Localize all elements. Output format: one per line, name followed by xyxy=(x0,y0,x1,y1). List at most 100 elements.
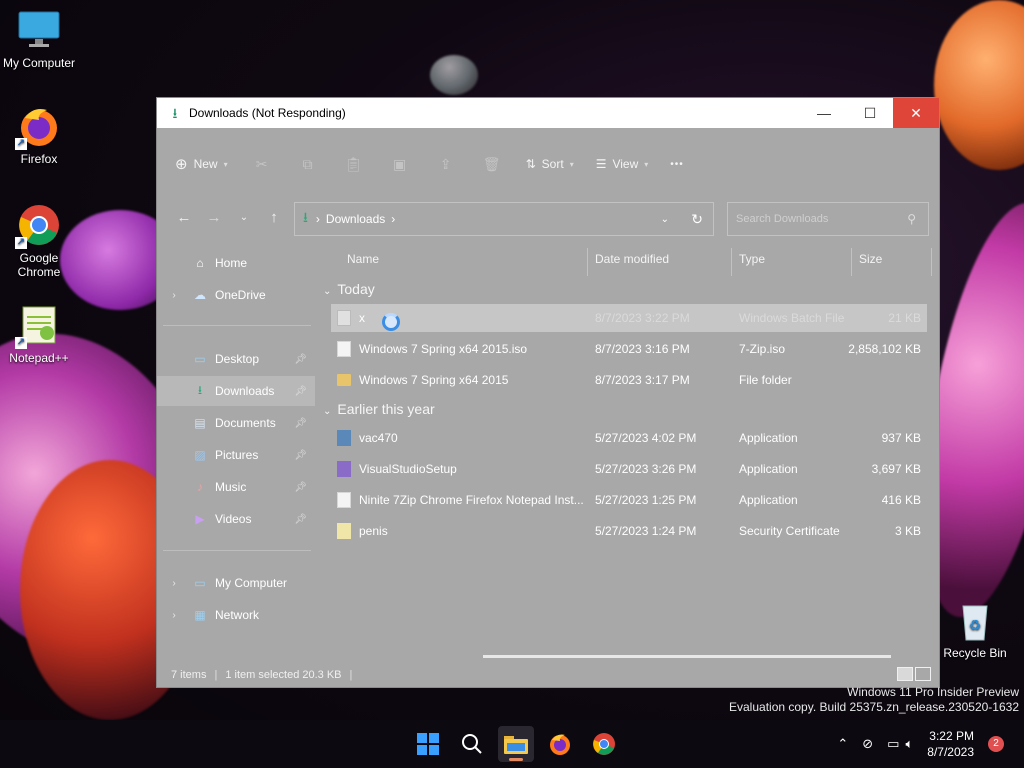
search-input[interactable]: Search Downloads ⚲ xyxy=(727,202,929,236)
delete-icon[interactable]: 🗑︎ xyxy=(480,156,504,173)
view-button[interactable]: ☰ View ▾ xyxy=(596,157,649,171)
shortcut-arrow-icon: ↗ xyxy=(15,138,27,150)
notification-badge[interactable]: 2 xyxy=(988,736,1004,752)
pictures-icon: ▨ xyxy=(194,448,206,462)
cloud-icon: ☁ xyxy=(194,288,206,302)
table-row[interactable]: vac470 5/27/2023 4:02 PM Application 937… xyxy=(331,424,927,452)
close-button[interactable]: ✕ xyxy=(893,98,939,128)
breadcrumb-separator-icon: › xyxy=(315,212,320,226)
nav-item-desktop[interactable]: ▭ Desktop 📌︎ xyxy=(157,344,315,374)
sort-icon: ⇅ xyxy=(525,157,536,171)
nav-item-documents[interactable]: ▤ Documents 📌︎ xyxy=(157,408,315,438)
minimize-button[interactable]: — xyxy=(801,98,847,128)
rename-icon[interactable]: ▣ xyxy=(388,156,412,173)
file-size: 3 KB xyxy=(894,524,921,538)
group-header-earlier[interactable]: ⌄ Earlier this year xyxy=(323,401,435,417)
expand-chevron-icon[interactable]: › xyxy=(157,290,191,301)
windows-watermark: Windows 11 Pro Insider Preview Evaluatio… xyxy=(729,685,1019,715)
chrome-taskbar-button[interactable] xyxy=(586,726,622,762)
expand-chevron-icon[interactable]: › xyxy=(157,578,191,589)
volume-icon[interactable]: 🔈︎ xyxy=(905,736,913,752)
nav-item-label: Network xyxy=(215,608,260,622)
horizontal-scrollbar[interactable] xyxy=(483,655,891,658)
view-list-icon: ☰ xyxy=(595,157,607,171)
pin-icon: 📌︎ xyxy=(294,385,307,397)
view-toggle xyxy=(897,667,931,681)
start-button[interactable] xyxy=(410,726,446,762)
maximize-button[interactable]: ☐ xyxy=(847,98,893,128)
paste-icon[interactable]: 📋︎ xyxy=(342,156,366,173)
desktop-icon-recycle-bin[interactable]: ♻ Recycle Bin xyxy=(936,598,1014,660)
file-name: vac470 xyxy=(359,431,398,445)
nav-item-music[interactable]: ♪ Music 📌︎ xyxy=(157,472,315,502)
chevron-down-icon: ▾ xyxy=(569,159,574,169)
table-row[interactable]: x 8/7/2023 3:22 PM Windows Batch File 21… xyxy=(331,304,927,332)
chevron-up-icon[interactable]: ⌃ xyxy=(837,736,848,752)
desktop-icon-my-computer[interactable]: My Computer xyxy=(0,8,78,70)
column-header-name[interactable]: Name xyxy=(347,252,379,276)
nav-item-pictures[interactable]: ▨ Pictures 📌︎ xyxy=(157,440,315,470)
column-header-size[interactable]: Size xyxy=(859,252,882,276)
file-date: 5/27/2023 3:26 PM xyxy=(595,462,697,476)
more-options-button[interactable]: ••• xyxy=(670,159,684,170)
address-bar[interactable]: ⭳ › Downloads › ⌄ ↻ xyxy=(294,202,714,236)
table-row[interactable]: Windows 7 Spring x64 2015 8/7/2023 3:17 … xyxy=(331,366,927,394)
forward-arrow-icon[interactable]: → xyxy=(199,209,229,226)
network-disconnected-icon[interactable]: ⊘ xyxy=(862,736,873,752)
nav-item-my-computer[interactable]: › ▭ My Computer xyxy=(157,568,315,598)
desktop-icon-notepad-plus-plus[interactable]: ↗ Notepad++ xyxy=(0,303,78,365)
display-icon[interactable]: ▭ xyxy=(887,736,899,752)
share-icon[interactable]: ⇪ xyxy=(434,156,458,173)
tiles-view-icon[interactable] xyxy=(915,667,931,681)
file-date: 8/7/2023 3:17 PM xyxy=(595,373,690,387)
file-date: 8/7/2023 3:16 PM xyxy=(595,342,690,356)
nav-item-downloads[interactable]: ⭳ Downloads 📌︎ xyxy=(157,376,315,406)
column-separator[interactable] xyxy=(851,248,852,276)
column-separator[interactable] xyxy=(931,248,932,276)
monitor-icon: ▭ xyxy=(194,576,206,590)
chrome-icon xyxy=(593,733,615,755)
column-separator[interactable] xyxy=(731,248,732,276)
group-header-today[interactable]: ⌄ Today xyxy=(323,281,375,297)
address-dropdown-chevron-icon[interactable]: ⌄ xyxy=(661,214,669,225)
pin-icon: 📌︎ xyxy=(294,449,307,461)
column-separator[interactable] xyxy=(587,248,588,276)
cut-icon[interactable]: ✂ xyxy=(250,156,274,173)
home-icon: ⌂ xyxy=(196,256,204,270)
shortcut-arrow-icon: ↗ xyxy=(15,237,27,249)
table-row[interactable]: penis 5/27/2023 1:24 PM Security Certifi… xyxy=(331,517,927,545)
search-button[interactable] xyxy=(454,726,490,762)
file-name: Ninite 7Zip Chrome Firefox Notepad Inst.… xyxy=(359,493,584,507)
search-placeholder: Search Downloads xyxy=(736,213,829,225)
nav-item-network[interactable]: › ▦ Network xyxy=(157,600,315,630)
desktop-icon-google-chrome[interactable]: ↗ Google Chrome xyxy=(0,203,78,279)
table-row[interactable]: Ninite 7Zip Chrome Firefox Notepad Inst.… xyxy=(331,486,927,514)
breadcrumb-downloads[interactable]: Downloads xyxy=(326,212,385,226)
back-arrow-icon[interactable]: ← xyxy=(169,209,199,226)
new-button[interactable]: ⊕ New ▾ xyxy=(175,155,228,173)
pin-icon: 📌︎ xyxy=(294,513,307,525)
taskbar-apps xyxy=(410,726,622,762)
nav-item-home[interactable]: ⌂ Home xyxy=(157,248,315,278)
up-arrow-icon[interactable]: ↑ xyxy=(259,209,289,226)
recent-locations-chevron-icon[interactable]: ⌄ xyxy=(229,212,259,223)
clock[interactable]: 3:22 PM 8/7/2023 xyxy=(927,728,974,760)
desktop-icon-firefox[interactable]: ↗ Firefox xyxy=(0,104,78,166)
nav-item-label: Downloads xyxy=(215,384,275,398)
nav-item-onedrive[interactable]: › ☁ OneDrive xyxy=(157,280,315,310)
command-bar: ⊕ New ▾ ✂ ⧉ 📋︎ ▣ ⇪ 🗑︎ ⇅ Sort ▾ ☰ View ▾ … xyxy=(157,128,939,200)
expand-chevron-icon[interactable]: › xyxy=(157,610,191,621)
file-type: Application xyxy=(739,462,798,476)
refresh-icon[interactable]: ↻ xyxy=(691,211,703,228)
table-row[interactable]: VisualStudioSetup 5/27/2023 3:26 PM Appl… xyxy=(331,455,927,483)
details-view-icon[interactable] xyxy=(897,667,913,681)
nav-item-videos[interactable]: ▶ Videos 📌︎ xyxy=(157,504,315,534)
column-header-date[interactable]: Date modified xyxy=(595,252,669,276)
column-header-type[interactable]: Type xyxy=(739,252,765,276)
copy-icon[interactable]: ⧉ xyxy=(296,156,320,173)
title-bar[interactable]: ⭳ Downloads (Not Responding) — ☐ ✕ xyxy=(157,98,939,128)
file-explorer-taskbar-button[interactable] xyxy=(498,726,534,762)
firefox-taskbar-button[interactable] xyxy=(542,726,578,762)
sort-button[interactable]: ⇅ Sort ▾ xyxy=(526,157,574,171)
table-row[interactable]: Windows 7 Spring x64 2015.iso 8/7/2023 3… xyxy=(331,335,927,363)
